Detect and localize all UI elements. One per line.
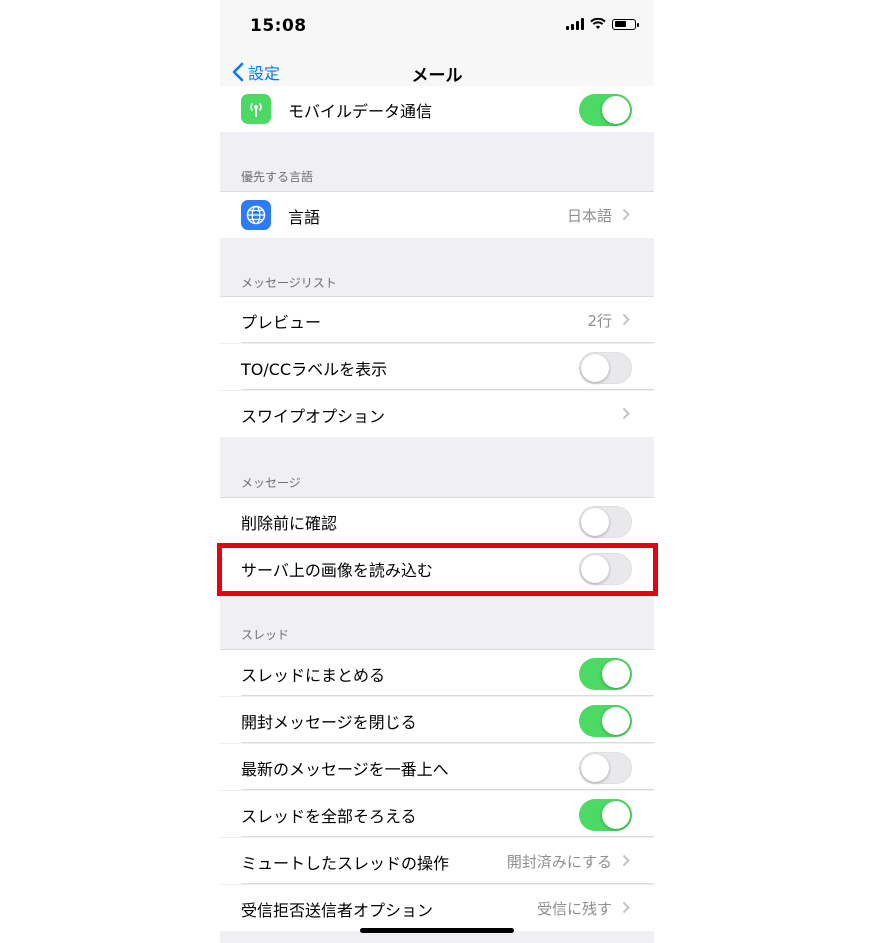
to-cc-label: TO/CCラベルを表示 [241,360,388,379]
page-title: メール [411,66,463,86]
most-recent-on-top-label: 最新のメッセージを一番上へ [241,760,449,779]
chevron-right-icon [622,854,630,867]
chevron-right-icon [622,313,630,326]
preview-row[interactable]: プレビュー 2行 [220,297,654,343]
ask-before-deleting-toggle[interactable] [579,506,632,538]
swipe-options-row[interactable]: スワイプオプション [220,391,654,437]
globe-icon [241,200,271,230]
section-header-message-list: メッセージリスト [241,276,337,290]
organize-by-thread-row: スレッドにまとめる [220,650,654,696]
blocked-sender-options-label: 受信拒否送信者オプション [241,901,434,920]
muted-thread-action-value: 開封済みにする [506,853,612,871]
complete-threads-toggle[interactable] [579,799,632,831]
status-bar: 15:08 [220,0,654,52]
organize-by-thread-label: スレッドにまとめる [241,666,386,685]
collapse-read-toggle[interactable] [579,705,632,737]
mobile-data-toggle[interactable] [579,94,632,126]
collapse-read-row: 開封メッセージを閉じる [220,697,654,743]
status-time: 15:08 [250,16,307,36]
complete-threads-label: スレッドを全部そろえる [241,807,417,826]
status-icons [566,18,639,30]
ask-before-deleting-label: 削除前に確認 [241,514,338,533]
chevron-right-icon [622,407,630,420]
to-cc-toggle[interactable] [579,352,632,384]
swipe-options-label: スワイプオプション [241,407,386,426]
organize-by-thread-toggle[interactable] [579,658,632,690]
phone-screen: 15:08 設定 メール モバイルデータ通信 優先する言語 言語 日本語 メッセ… [220,0,654,943]
chevron-right-icon [622,208,630,221]
blocked-sender-options-row[interactable]: 受信拒否送信者オプション 受信に残す [220,885,654,931]
to-cc-row: TO/CCラベルを表示 [220,344,654,390]
most-recent-on-top-row: 最新のメッセージを一番上へ [220,744,654,790]
muted-thread-action-row[interactable]: ミュートしたスレッドの操作 開封済みにする [220,838,654,884]
ask-before-deleting-row: 削除前に確認 [220,498,654,544]
section-header-messages: メッセージ [241,476,301,490]
muted-thread-action-label: ミュートしたスレッドの操作 [241,854,450,873]
preview-value: 2行 [587,312,612,330]
mobile-data-row: モバイルデータ通信 [220,86,654,132]
collapse-read-label: 開封メッセージを閉じる [241,713,417,732]
preview-label: プレビュー [241,313,322,332]
section-header-threads: スレッド [241,628,290,642]
section-header-language: 優先する言語 [241,170,314,184]
highlight-box [217,543,658,596]
wifi-icon [590,18,606,29]
mobile-data-label: モバイルデータ通信 [288,102,433,121]
language-value: 日本語 [566,207,612,225]
most-recent-on-top-toggle[interactable] [579,752,632,784]
battery-icon [612,18,639,30]
language-row[interactable]: 言語 日本語 [220,192,654,238]
cellular-signal-icon [566,18,584,30]
antenna-icon [241,94,271,124]
language-label: 言語 [288,208,321,227]
complete-threads-row: スレッドを全部そろえる [220,791,654,837]
home-indicator[interactable] [360,928,514,933]
chevron-right-icon [622,901,630,914]
blocked-sender-options-value: 受信に残す [536,900,612,918]
